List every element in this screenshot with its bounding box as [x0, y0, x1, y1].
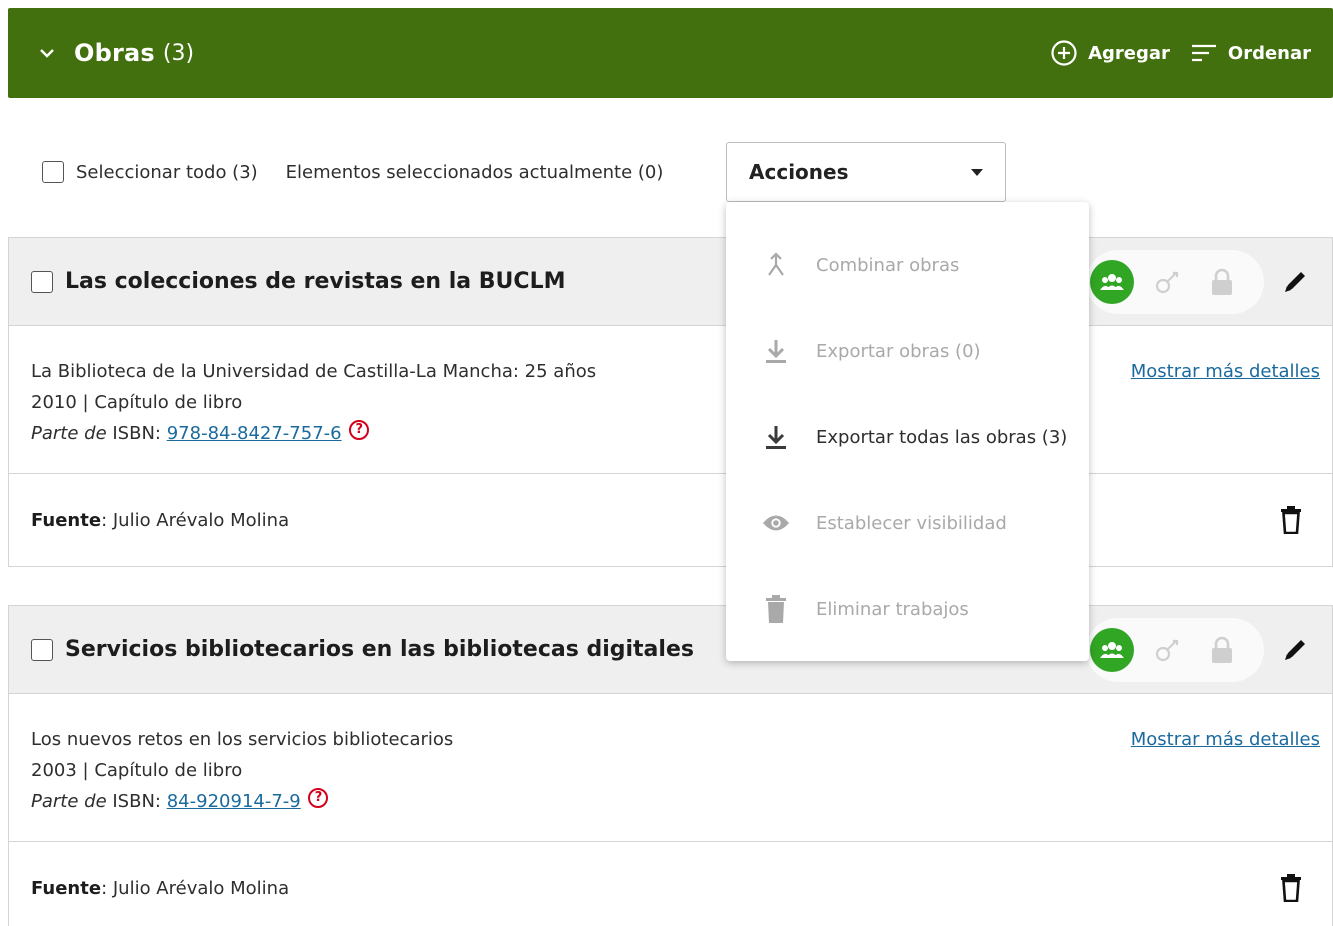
add-label: Agregar	[1088, 42, 1170, 64]
limited-visibility-key-icon[interactable]	[1148, 267, 1188, 297]
menu-item-label: Combinar obras	[816, 254, 960, 276]
work-card-footer: Fuente : Julio Arévalo Molina	[9, 842, 1332, 926]
menu-item-export-all-works[interactable]: Exportar todas las obras (3)	[726, 394, 1089, 480]
edit-pencil-icon[interactable]	[1280, 267, 1310, 297]
menu-item-label: Establecer visibilidad	[816, 512, 1007, 534]
menu-item-set-visibility[interactable]: Establecer visibilidad	[726, 480, 1089, 566]
work-checkbox[interactable]	[31, 270, 53, 293]
work-card-body: Los nuevos retos en los servicios biblio…	[9, 694, 1332, 842]
delete-trash-icon[interactable]	[1280, 874, 1302, 902]
work-meta: 2010 | Capítulo de libro	[31, 392, 243, 413]
work-card-footer: Fuente : Julio Arévalo Molina	[9, 474, 1332, 566]
part-of-label: Parte de	[31, 791, 107, 812]
part-of-label: Parte de	[31, 423, 107, 444]
private-visibility-lock-icon[interactable]	[1202, 635, 1242, 665]
source-label: Fuente	[31, 877, 102, 899]
section-title[interactable]: Obras	[74, 39, 155, 67]
show-more-details-link[interactable]: Mostrar más detalles	[1131, 356, 1320, 387]
source-value: : Julio Arévalo Molina	[101, 509, 290, 531]
merge-icon	[762, 251, 790, 279]
visibility-selector	[1086, 617, 1264, 682]
work-identifier-row: Parte de ISBN: 978-84-8427-757-6 ?	[31, 418, 1332, 449]
sort-icon	[1191, 44, 1216, 62]
download-icon	[762, 423, 790, 451]
section-count: (3)	[162, 40, 195, 66]
actions-label: Acciones	[749, 160, 849, 184]
self-asserted-marker-icon[interactable]: ?	[308, 788, 329, 808]
work-card-header: Servicios bibliotecarios en las bibliote…	[9, 606, 1332, 694]
public-visibility-icon[interactable]	[1090, 259, 1134, 304]
download-icon	[762, 337, 790, 365]
limited-visibility-key-icon[interactable]	[1148, 635, 1188, 665]
isbn-link[interactable]: 84-920914-7-9	[167, 791, 301, 812]
work-title: Servicios bibliotecarios en las bibliote…	[65, 637, 694, 662]
sort-button[interactable]: Ordenar	[1190, 41, 1311, 65]
menu-item-label: Exportar obras (0)	[816, 340, 981, 362]
visibility-selector	[1086, 249, 1264, 314]
add-circle-icon	[1051, 40, 1077, 66]
select-all-label[interactable]: Seleccionar todo (3)	[76, 162, 258, 183]
self-asserted-marker-icon[interactable]: ?	[349, 420, 370, 440]
trash-icon	[762, 594, 790, 624]
bulk-toolbar: Seleccionar todo (3) Elementos seleccion…	[42, 142, 663, 202]
source-label: Fuente	[31, 509, 102, 531]
isbn-label: ISBN:	[112, 791, 161, 812]
isbn-link[interactable]: 978-84-8427-757-6	[167, 423, 342, 444]
selected-count-label: Elementos seleccionados actualmente (0)	[285, 161, 664, 183]
source-value: : Julio Arévalo Molina	[101, 877, 290, 899]
menu-item-label: Eliminar trabajos	[816, 598, 969, 620]
delete-trash-icon[interactable]	[1280, 506, 1302, 534]
work-identifier-row: Parte de ISBN: 84-920914-7-9 ?	[31, 786, 1332, 817]
eye-icon	[762, 513, 790, 533]
private-visibility-lock-icon[interactable]	[1202, 267, 1242, 297]
public-visibility-icon[interactable]	[1090, 627, 1134, 672]
menu-item-export-works[interactable]: Exportar obras (0)	[726, 308, 1089, 394]
work-meta: 2003 | Capítulo de libro	[31, 760, 243, 781]
work-card-header: Las colecciones de revistas en la BUCLM	[9, 238, 1332, 326]
caret-down-icon	[971, 168, 983, 176]
actions-dropdown[interactable]: Acciones	[726, 142, 1006, 202]
work-title: Las colecciones de revistas en la BUCLM	[65, 269, 566, 294]
works-section-header: Obras (3) Agregar Ordenar	[8, 8, 1333, 98]
chevron-down-icon[interactable]	[38, 44, 56, 62]
actions-menu: Combinar obras Exportar obras (0) Export…	[726, 202, 1089, 661]
menu-item-label: Exportar todas las obras (3)	[816, 426, 1068, 448]
work-card: Las colecciones de revistas en la BUCLM …	[8, 237, 1333, 567]
select-all-checkbox[interactable]	[42, 161, 64, 183]
work-checkbox[interactable]	[31, 638, 53, 661]
menu-item-combine-works[interactable]: Combinar obras	[726, 222, 1089, 308]
work-card: Servicios bibliotecarios en las bibliote…	[8, 605, 1333, 926]
sort-label: Ordenar	[1227, 42, 1311, 64]
menu-item-delete-works[interactable]: Eliminar trabajos	[726, 566, 1089, 652]
isbn-label: ISBN:	[112, 423, 161, 444]
edit-pencil-icon[interactable]	[1280, 635, 1310, 665]
add-work-button[interactable]: Agregar	[1050, 39, 1170, 67]
work-card-body: La Biblioteca de la Universidad de Casti…	[9, 326, 1332, 474]
show-more-details-link[interactable]: Mostrar más detalles	[1131, 724, 1320, 755]
